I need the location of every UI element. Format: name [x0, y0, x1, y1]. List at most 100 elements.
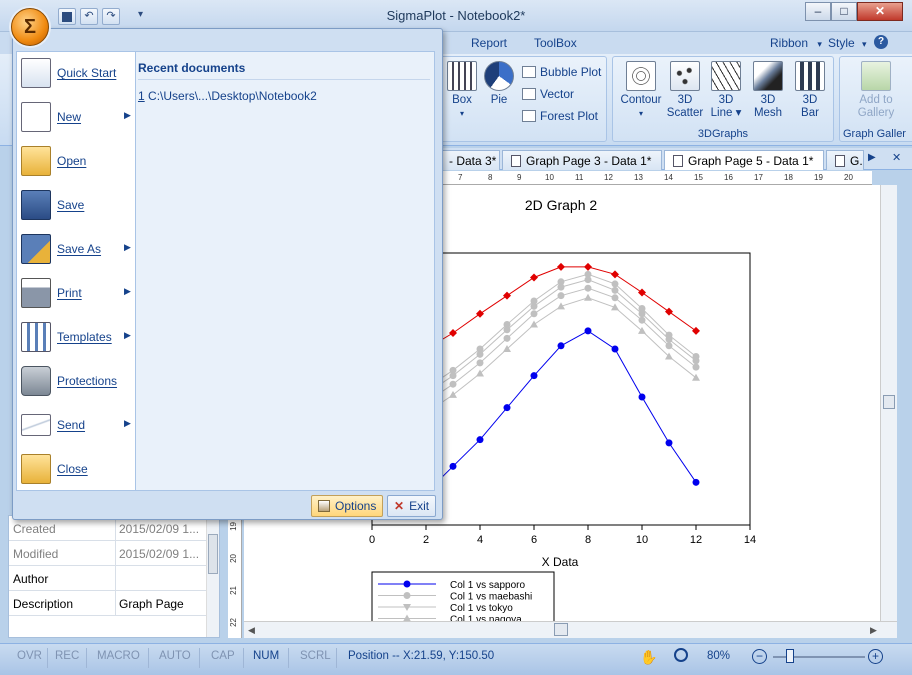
maximize-button[interactable]: □ [831, 2, 857, 21]
doc-tab-graph-page-5[interactable]: Graph Page 5 - Data 1* [664, 150, 824, 170]
menu-item-label: Open [57, 154, 87, 168]
menu-item-templates[interactable]: Templates ▶ [17, 316, 135, 360]
legend-label: Col 1 vs sapporo [450, 580, 525, 591]
zoom-magnifier-icon[interactable] [674, 648, 688, 662]
horizontal-scrollbar[interactable]: ◀ ▶ [244, 621, 897, 638]
doc-tab-label: Graph Page 5 - Data 1* [688, 154, 814, 168]
application-menu-button[interactable]: Σ [11, 8, 49, 46]
legend-label: Col 1 vs maebashi [450, 592, 532, 603]
ribbon-group-2d-graphs: Box ▾ Pie Bubble Plot Vector Forest Plot [435, 56, 607, 142]
horizontal-scroll-thumb[interactable] [554, 623, 568, 636]
doc-tab-graph-page-3[interactable]: Graph Page 3 - Data 1* [502, 150, 662, 170]
add-to-gallery-button[interactable]: Add to Gallery [848, 61, 904, 120]
box-plot-button[interactable]: Box ▾ [442, 61, 482, 120]
ruler-tick: 11 [575, 173, 584, 182]
exit-button[interactable]: ✕ Exit [387, 495, 437, 517]
menu-item-label: Print [57, 286, 82, 300]
menu-item-print[interactable]: Print ▶ [17, 272, 135, 316]
options-button[interactable]: Options [311, 495, 384, 517]
series-line [398, 287, 697, 417]
scroll-left-arrow-icon[interactable]: ◀ [248, 625, 255, 636]
property-key: Modified [13, 547, 59, 561]
status-position: Position -- X:21.59, Y:150.50 [348, 650, 495, 662]
contour-button[interactable]: Contour ▾ [619, 61, 663, 120]
data-point [611, 270, 619, 279]
qat-save-button[interactable] [58, 8, 76, 25]
style-menu-label: Style [828, 36, 855, 50]
qat-redo-button[interactable]: ↷ [102, 8, 120, 25]
property-row-description[interactable]: Description Graph Page [9, 591, 206, 616]
qat-customize-icon[interactable]: ▾ [138, 9, 143, 20]
scroll-right-arrow-icon[interactable]: ▶ [870, 625, 877, 636]
bubble-plot-button[interactable]: Bubble Plot [522, 65, 601, 79]
legend-marker [403, 580, 411, 588]
recent-document-item[interactable]: 1 C:\Users\...\Desktop\Notebook2 [138, 89, 317, 103]
data-point [476, 350, 484, 358]
close-folder-icon [21, 454, 51, 484]
3d-scatter-button[interactable]: 3D Scatter [665, 61, 705, 120]
3d-scatter-label: 3D [677, 94, 693, 106]
status-separator [336, 648, 337, 668]
box-plot-label: Box [452, 94, 472, 106]
exit-label: Exit [409, 499, 430, 513]
ribbon-minimize-menu[interactable]: Ribbon ▾ [770, 36, 822, 50]
3d-mesh-button[interactable]: 3D Mesh [748, 61, 788, 120]
next-tab-arrow-icon[interactable]: ▶ [868, 152, 876, 163]
x-tick-label: 10 [636, 534, 648, 546]
x-tick-label: 6 [531, 534, 537, 546]
zoom-out-button[interactable]: − [752, 649, 767, 664]
ruler-tick: 21 [229, 586, 238, 595]
data-point [449, 390, 457, 398]
tab-report[interactable]: Report [471, 36, 507, 50]
menu-item-save-as[interactable]: Save As ▶ [17, 228, 135, 272]
property-divider [115, 591, 116, 615]
data-point [503, 291, 511, 300]
forest-plot-button[interactable]: Forest Plot [522, 109, 598, 123]
recent-documents-divider [138, 79, 430, 80]
data-point [611, 286, 619, 294]
data-point [503, 326, 511, 334]
tab-toolbox[interactable]: ToolBox [534, 36, 577, 50]
property-value[interactable]: Graph Page [119, 597, 205, 611]
vertical-scrollbar[interactable] [880, 185, 897, 621]
zoom-in-button[interactable]: + [868, 649, 883, 664]
doc-tab-data-3[interactable]: - Data 3* [440, 150, 500, 170]
properties-scroll-thumb[interactable] [208, 534, 218, 574]
help-button[interactable]: ? [874, 35, 888, 49]
vector-plot-button[interactable]: Vector [522, 87, 574, 101]
data-point [638, 316, 646, 324]
save-icon [62, 12, 72, 22]
menu-item-protections[interactable]: Protections [17, 360, 135, 404]
properties-scrollbar[interactable] [206, 516, 219, 637]
doc-tab-overflow[interactable]: G... [826, 150, 864, 170]
close-tab-icon[interactable]: ✕ [892, 151, 901, 164]
property-row-author[interactable]: Author [9, 566, 206, 591]
menu-item-quick-start[interactable]: Quick Start [17, 52, 135, 96]
qat-undo-button[interactable]: ↶ [80, 8, 98, 25]
pan-hand-icon[interactable]: ✋ [640, 649, 657, 666]
minimize-button[interactable]: – [805, 2, 831, 21]
pie-chart-button[interactable]: Pie [479, 61, 519, 107]
chevron-right-icon: ▶ [124, 242, 131, 252]
status-scrl: SCRL [300, 650, 331, 662]
series-line [398, 266, 697, 361]
3d-bar-button[interactable]: 3D Bar [790, 61, 830, 120]
lock-icon [21, 366, 51, 396]
menu-item-open[interactable]: Open [17, 140, 135, 184]
3d-line-button[interactable]: 3D Line ▾ [706, 61, 746, 120]
close-button[interactable]: ✕ [857, 2, 903, 21]
zoom-slider-thumb[interactable] [786, 649, 794, 663]
menu-item-label: Save As [57, 242, 102, 256]
menu-item-send[interactable]: Send ▶ [17, 404, 135, 448]
style-menu[interactable]: Style ▾ [828, 36, 867, 50]
menu-item-save[interactable]: Save [17, 184, 135, 228]
menu-item-label: Close [57, 462, 88, 476]
property-row-modified[interactable]: Modified 2015/02/09 1... [9, 541, 206, 566]
status-cap: CAP [211, 650, 235, 662]
vertical-scroll-thumb[interactable] [883, 395, 895, 409]
menu-item-new[interactable]: New ▶ [17, 96, 135, 140]
property-key: Author [13, 572, 49, 586]
menu-item-close[interactable]: Close [17, 448, 135, 492]
document-icon [673, 155, 683, 167]
status-separator [86, 648, 87, 668]
